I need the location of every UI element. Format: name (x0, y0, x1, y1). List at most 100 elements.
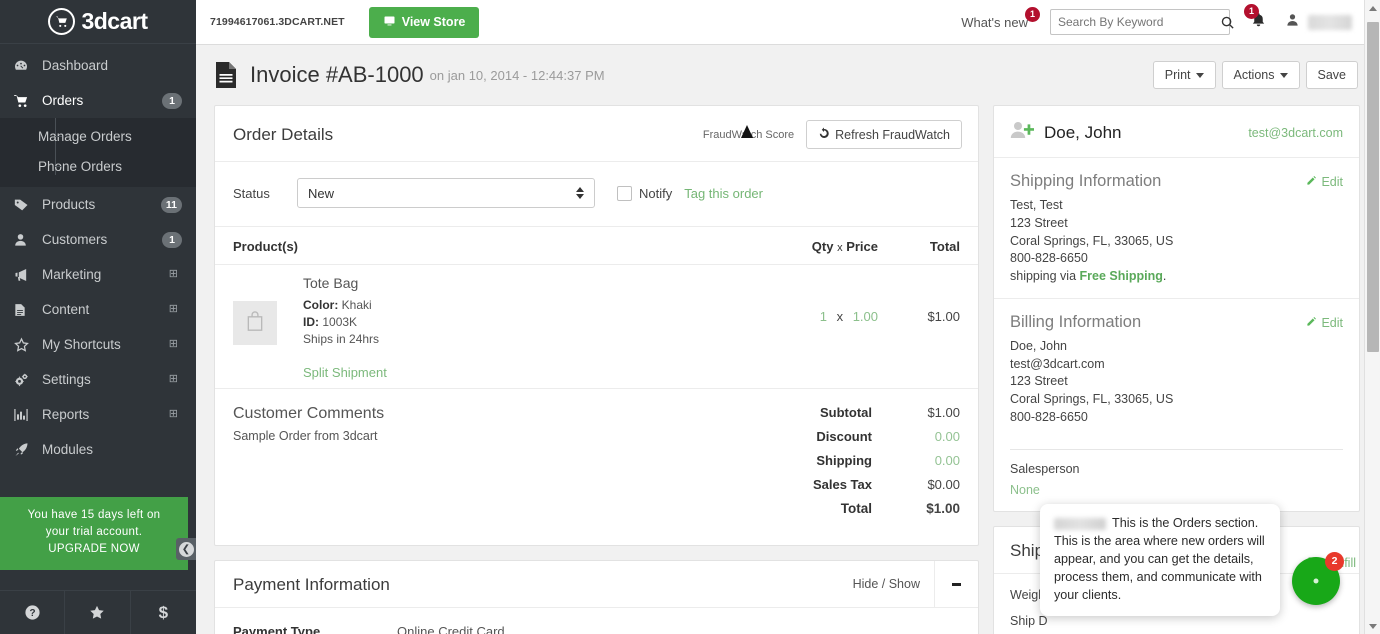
expand-plus-icon[interactable]: ⊞ (169, 339, 178, 350)
brand-logo[interactable]: 3dcart (0, 0, 196, 44)
chevron-left-icon: ❮ (178, 541, 194, 557)
sidebar-item-marketing[interactable]: Marketing ⊞ (0, 257, 196, 292)
gears-icon (13, 371, 37, 389)
status-label: Status (233, 185, 270, 201)
scrollbar-thumb[interactable] (1367, 22, 1379, 352)
status-row: Status New Notify Tag this order (215, 162, 978, 226)
search-icon[interactable] (1220, 15, 1242, 30)
payment-information-header: Payment Information Hide / Show (215, 561, 978, 609)
pencil-icon (1306, 316, 1317, 330)
whats-new-badge: 1 (1025, 6, 1040, 22)
status-select-value: New (308, 185, 335, 201)
page-header: Invoice #AB-1000 on jan 10, 2014 - 12:44… (196, 45, 1380, 105)
sidebar-item-modules[interactable]: Modules (0, 432, 196, 467)
collapse-toggle-button[interactable] (934, 561, 978, 608)
edit-billing-button[interactable]: Edit (1306, 316, 1343, 330)
column-header-products: Product(s) (233, 239, 298, 254)
account-icon[interactable] (1285, 12, 1300, 33)
billing-line-5: 800-828-6650 (1010, 409, 1088, 424)
sidebar-item-manage-orders[interactable]: Manage Orders (0, 121, 196, 151)
star-icon[interactable] (65, 591, 131, 634)
edit-shipping-button[interactable]: Edit (1306, 175, 1343, 189)
print-button[interactable]: Print (1152, 61, 1216, 89)
notifications-button[interactable]: 1 (1244, 3, 1267, 34)
product-name[interactable]: Tote Bag (303, 275, 768, 291)
salesperson-block: Salesperson None (1010, 448, 1343, 511)
expand-plus-icon[interactable]: ⊞ (169, 409, 178, 420)
status-select[interactable]: New (297, 178, 595, 208)
chevron-down-icon (1369, 623, 1377, 629)
whats-new-link[interactable]: What's new 1 (961, 6, 1040, 30)
sales-tax-value: $0.00 (927, 477, 960, 493)
customer-header: Doe, John test@3dcart.com (994, 106, 1359, 158)
svg-text:?: ? (29, 608, 35, 619)
customer-email-link[interactable]: test@3dcart.com (1248, 126, 1343, 140)
shipping-line-2: 123 Street (1010, 215, 1068, 230)
column-header-total: Total (929, 239, 960, 254)
scroll-down-button[interactable] (1365, 618, 1380, 634)
sidebar-collapse-button[interactable]: ❮ (176, 538, 196, 560)
salesperson-value[interactable]: None (1010, 483, 1343, 497)
expand-plus-icon[interactable]: ⊞ (169, 269, 178, 280)
sidebar-item-orders[interactable]: Orders 1 (0, 83, 196, 118)
sidebar-item-label: Settings (42, 372, 91, 387)
star-icon (13, 336, 37, 354)
shipping-method[interactable]: Free Shipping (1080, 269, 1163, 283)
sidebar-item-customers[interactable]: Customers 1 (0, 222, 196, 257)
sidebar: 3dcart Dashboard Orders 1 Manage Orders (0, 0, 196, 634)
brand-name: 3dcart (81, 8, 148, 34)
topbar: 71994617061.3DCART.NET View Store What's… (196, 0, 1380, 45)
sidebar-item-products[interactable]: Products 11 (0, 187, 196, 222)
vertical-scrollbar[interactable] (1364, 0, 1380, 634)
account-name-blurred[interactable] (1308, 14, 1352, 30)
onboarding-tooltip: This is the Orders section. This is the … (1040, 504, 1280, 617)
expand-plus-icon[interactable]: ⊞ (169, 374, 178, 385)
dollar-icon[interactable]: $ (131, 591, 196, 634)
shipping-via-suffix: . (1162, 269, 1167, 283)
sales-tax-label: Sales Tax (812, 477, 872, 493)
main-column: Order Details FraudWatch Score Refresh F (214, 105, 979, 634)
chat-widget-button[interactable]: 2 (1292, 552, 1344, 605)
search-input[interactable] (1051, 15, 1220, 29)
mouse-cursor-icon (740, 124, 753, 138)
tag-this-order-link[interactable]: Tag this order (684, 186, 763, 201)
topbar-right: What's new 1 1 (961, 3, 1380, 35)
sidebar-item-my-shortcuts[interactable]: My Shortcuts ⊞ (0, 327, 196, 362)
view-store-button[interactable]: View Store (368, 6, 480, 38)
hide-show-link[interactable]: Hide / Show (853, 577, 934, 591)
save-button-label: Save (1317, 68, 1347, 82)
expand-plus-icon[interactable]: ⊞ (169, 304, 178, 315)
user-add-icon (1010, 120, 1034, 145)
shipping-address: Test, Test 123 Street Coral Springs, FL,… (1010, 197, 1343, 286)
sidebar-item-dashboard[interactable]: Dashboard (0, 48, 196, 83)
print-button-label: Print (1164, 68, 1191, 82)
search-box[interactable] (1050, 9, 1234, 35)
shipping-line-4: 800-828-6650 (1010, 251, 1088, 266)
salesperson-label: Salesperson (1010, 461, 1080, 476)
sidebar-item-settings[interactable]: Settings ⊞ (0, 362, 196, 397)
sidebar-item-reports[interactable]: Reports ⊞ (0, 397, 196, 432)
product-thumbnail[interactable] (233, 301, 277, 345)
upgrade-now-link[interactable]: UPGRADE NOW (12, 541, 176, 558)
notify-checkbox[interactable] (617, 185, 632, 201)
split-shipment-link[interactable]: Split Shipment (303, 365, 387, 380)
user-icon (13, 231, 37, 249)
monitor-icon (383, 15, 396, 30)
sidebar-item-phone-orders[interactable]: Phone Orders (0, 151, 196, 181)
chevron-down-icon (1279, 72, 1288, 78)
sidebar-item-content[interactable]: Content ⊞ (0, 292, 196, 327)
scroll-up-button[interactable] (1365, 0, 1380, 16)
product-price: 1.00 (852, 309, 878, 324)
shipping-information-block: Shipping Information Edit Test, Test 123… (994, 158, 1359, 298)
sidebar-item-label: Products (42, 197, 96, 212)
refresh-fraudwatch-button[interactable]: Refresh FraudWatch (806, 120, 962, 149)
products-table-header: Product(s) Qty x Price Total (215, 226, 978, 264)
refresh-fraudwatch-label: Refresh FraudWatch (835, 127, 950, 142)
payment-type-value: Online Credit Card (397, 624, 505, 634)
chat-bubble-icon (1313, 578, 1319, 584)
actions-button[interactable]: Actions (1221, 61, 1300, 89)
trial-banner[interactable]: You have 15 days left on your trial acco… (0, 496, 188, 570)
help-icon[interactable]: ? (0, 591, 66, 634)
save-button[interactable]: Save (1305, 61, 1358, 89)
customer-comments-title: Customer Comments (233, 405, 385, 423)
